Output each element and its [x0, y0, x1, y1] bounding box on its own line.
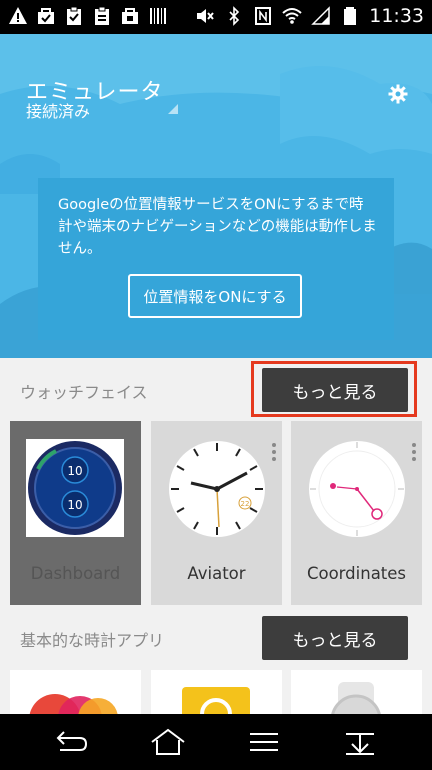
- barcode-icon: [150, 8, 166, 24]
- clock-time: 11:33: [369, 5, 424, 27]
- watchface-label: Dashboard: [30, 564, 121, 583]
- battery-icon: [344, 7, 357, 25]
- location-notice: Googleの位置情報サービスをONにするまで時計や端末のナビゲーションなどの機…: [38, 178, 394, 340]
- dashboard-watchface-preview: 10 10: [26, 439, 124, 537]
- mute-icon: [197, 9, 215, 23]
- device-dropdown-icon[interactable]: [168, 104, 178, 114]
- warning-icon: [9, 7, 27, 24]
- watchface-label: Coordinates: [306, 564, 407, 583]
- header-banner: エミュレータ 接続済み Googleの位置情報サービスをONにするまで時計や端末…: [0, 34, 432, 358]
- gear-icon[interactable]: [388, 84, 408, 104]
- watchface-card-dashboard[interactable]: 10 10 Dashboard: [10, 421, 141, 605]
- aviator-date-badge: 22: [241, 500, 250, 508]
- home-icon[interactable]: [148, 726, 188, 758]
- aviator-watchface-preview: 22: [169, 441, 265, 537]
- apps-more-button[interactable]: もっと見る: [262, 616, 408, 660]
- dashboard-digit-bottom: 10: [67, 498, 82, 512]
- dashboard-digit-top: 10: [67, 464, 82, 478]
- system-icons: 11:33: [195, 5, 424, 27]
- highlight-box: [251, 361, 417, 417]
- menu-icon[interactable]: [244, 726, 284, 758]
- notification-icons: [8, 6, 168, 26]
- bluetooth-icon: [229, 6, 240, 26]
- status-bar: 11:33: [0, 0, 432, 34]
- navigation-bar: [0, 714, 432, 770]
- watchfaces-section-title: ウォッチフェイス: [20, 383, 148, 402]
- signal-icon: [311, 6, 330, 25]
- enable-location-button[interactable]: 位置情報をONにする: [128, 274, 302, 318]
- overflow-menu-icon[interactable]: [412, 443, 416, 461]
- clipboard-check-icon: [67, 6, 81, 25]
- bag-icon: [122, 8, 138, 24]
- watchface-card-coordinates[interactable]: Coordinates: [291, 421, 422, 605]
- wifi-icon: [282, 8, 302, 24]
- coordinates-watchface-preview: [309, 441, 405, 537]
- connection-status[interactable]: 接続済み: [26, 98, 90, 122]
- overflow-menu-icon[interactable]: [272, 443, 276, 461]
- nfc-icon: [255, 7, 272, 25]
- back-icon[interactable]: [50, 726, 90, 758]
- bag-icon: [38, 8, 54, 24]
- apps-section-title: 基本的な時計アプリ: [20, 631, 165, 650]
- watchface-label: Aviator: [187, 564, 246, 583]
- notice-message: Googleの位置情報サービスをONにするまで時計や端末のナビゲーションなどの機…: [58, 197, 377, 257]
- clipboard-icon: [95, 6, 109, 25]
- watchface-card-aviator[interactable]: 22 Aviator: [151, 421, 282, 605]
- recents-icon[interactable]: [340, 726, 380, 758]
